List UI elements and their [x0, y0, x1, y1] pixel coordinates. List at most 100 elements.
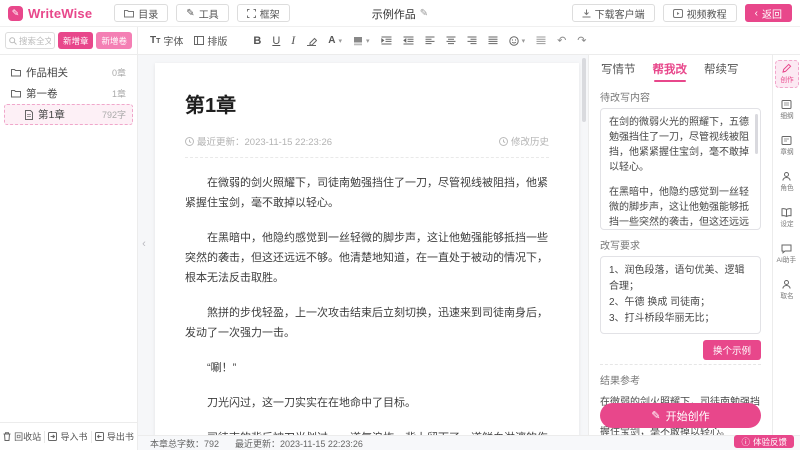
download-label: 下载客户端 [595, 6, 645, 21]
layout-label: 排版 [207, 33, 227, 48]
editor-scrollbar[interactable] [582, 58, 586, 122]
paragraph: “唰！” [185, 358, 549, 378]
chat-bubble-icon [781, 243, 792, 254]
tree-item-label: 作品相关 [26, 65, 68, 80]
history-icon [499, 137, 508, 146]
edit-title-icon[interactable]: ✎ [420, 8, 428, 19]
export-icon [95, 432, 104, 441]
editor-toolbar: TT字体 排版 B U I A▾ ▾ ▾ ↶ ↷ [138, 33, 587, 48]
header-nav: 目录 ✎ 工具 框架 [114, 4, 289, 22]
search-input[interactable] [19, 36, 51, 46]
rail-item-characters[interactable]: 角色 [775, 168, 799, 196]
search-box [5, 32, 55, 49]
catalog-button[interactable]: 目录 [114, 4, 168, 22]
rail-label: AI助手 [777, 255, 797, 265]
export-book-button[interactable]: 导出书 [95, 430, 134, 443]
tab-help-rewrite[interactable]: 帮我改 [652, 56, 689, 82]
rail-label: 设定 [780, 219, 793, 229]
start-creating-button[interactable]: ✎ 开始创作 [600, 403, 761, 428]
tab-help-continue[interactable]: 帮续写 [703, 56, 740, 82]
back-button[interactable]: ‹ 返回 [745, 4, 792, 22]
rewrite-source-box[interactable]: 在剑的微弱火光的照耀下，五德勉强挡住了一刀，尽管视线被阻挡，他紧紧握住宝剑，毫不… [600, 108, 761, 230]
font-label: 字体 [163, 33, 183, 48]
chapter-body[interactable]: 在微弱的剑火照耀下，司徒南勉强挡住了一刀，尽管视线被阻挡，他紧紧握住宝剑，毫不敢… [185, 173, 549, 435]
rewrite-source-label: 待改写内容 [600, 89, 761, 104]
rail-item-detailed-outline[interactable]: 细纲 [775, 96, 799, 124]
tools-button[interactable]: ✎ 工具 [176, 4, 228, 22]
trash-icon [3, 432, 11, 441]
insert-emoji-button[interactable]: ▾ [509, 36, 526, 46]
editor-area: 第1章 最近更新：2023-11-15 22:23:26 修改历史 在微弱的剑火… [138, 55, 588, 435]
person-icon [781, 171, 792, 182]
font-button[interactable]: TT字体 [150, 33, 183, 48]
revision-history-label: 修改历史 [511, 134, 549, 148]
underline-button[interactable]: U [272, 35, 280, 47]
card-outline-icon [781, 99, 792, 110]
change-example-button[interactable]: 换个示例 [703, 340, 761, 360]
highlight-color-button[interactable]: ▾ [353, 36, 370, 46]
align-left-button[interactable] [425, 36, 435, 45]
import-book-button[interactable]: 导入书 [48, 430, 87, 443]
tab-write-plot[interactable]: 写情节 [600, 56, 637, 82]
book-icon [781, 207, 792, 218]
align-center-button[interactable] [446, 36, 456, 45]
redo-button[interactable]: ↷ [577, 34, 586, 47]
status-updated: 最近更新：2023-11-15 22:23:26 [235, 437, 363, 450]
line-spacing-button[interactable] [536, 36, 546, 45]
rewrite-requirements-box[interactable]: 1、润色段落，语句优美、逻辑合理； 2、午德 换成 司徒南； 3、打斗桥段华丽无… [600, 256, 761, 334]
logo-text: WriteWise [28, 6, 92, 21]
frame-icon [247, 9, 256, 18]
indent-increase-button[interactable] [381, 36, 392, 45]
catalog-label: 目录 [138, 6, 158, 21]
indent-decrease-button[interactable] [403, 36, 414, 45]
source-box-scrollbar[interactable] [755, 114, 758, 154]
align-right-button[interactable] [467, 36, 477, 45]
collapse-sidebar-handle[interactable]: ‹ [138, 226, 150, 262]
clear-format-button[interactable] [306, 36, 317, 46]
recycle-label: 回收站 [14, 430, 41, 443]
tree-item-count: 0章 [112, 66, 126, 79]
new-volume-button[interactable]: 新增卷 [96, 32, 132, 49]
italic-button[interactable]: I [291, 33, 295, 48]
framework-button[interactable]: 框架 [237, 4, 290, 22]
paragraph: 在微弱的剑火照耀下，司徒南勉强挡住了一刀，尽管视线被阻挡，他紧紧握住宝剑，毫不敢… [185, 173, 549, 213]
tree-item-volume-1[interactable]: 第一卷 1章 [4, 83, 133, 104]
paragraph: 司徒南的背后被刀光划过，一道气浪炸，背上留下了一道鲜血淋漓的伤口。 [185, 428, 549, 435]
chevron-left-icon: ‹ [755, 8, 758, 19]
editor-page[interactable]: 第1章 最近更新：2023-11-15 22:23:26 修改历史 在微弱的剑火… [155, 63, 579, 435]
download-client-button[interactable]: 下载客户端 [572, 4, 655, 22]
layout-button[interactable]: 排版 [194, 33, 227, 48]
rail-item-ai-assistant[interactable]: AI助手 [775, 240, 799, 268]
rail-label: 取名 [780, 291, 793, 301]
recycle-bin-button[interactable]: 回收站 [3, 430, 41, 443]
rail-item-chapter-outline[interactable]: 章纲 [775, 132, 799, 160]
rail-label: 章纲 [780, 147, 793, 157]
feature-rail: 创作 细纲 章纲 角色 设定 AI助手 取名 [772, 55, 800, 435]
info-icon: ⓘ [741, 436, 750, 448]
sub-toolbar: 新增章 新增卷 TT字体 排版 B U I A▾ ▾ ▾ ↶ ↷ [0, 27, 800, 55]
align-justify-button[interactable] [488, 36, 498, 45]
work-title: 示例作品 [372, 6, 416, 22]
video-tutorial-button[interactable]: 视频教程 [663, 4, 737, 22]
tree-item-count: 1章 [112, 87, 126, 100]
framework-label: 框架 [260, 6, 280, 21]
bold-button[interactable]: B [253, 35, 261, 47]
new-chapter-button[interactable]: 新增章 [58, 32, 94, 49]
rewrite-requirements-label: 改写要求 [600, 237, 761, 252]
rail-item-naming[interactable]: 取名 [775, 276, 799, 304]
revision-history-button[interactable]: 修改历史 [499, 134, 549, 148]
feedback-button[interactable]: ⓘ 体验反馈 [734, 435, 794, 448]
undo-button[interactable]: ↶ [557, 34, 566, 47]
app-logo: ✎ WriteWise [8, 6, 92, 21]
import-label: 导入书 [60, 430, 87, 443]
divider [600, 364, 761, 365]
tree-item-chapter-1[interactable]: 第1章 792字 [4, 104, 133, 125]
font-color-button[interactable]: A▾ [328, 35, 342, 46]
divider [44, 431, 45, 443]
app-root: ✎ WriteWise 目录 ✎ 工具 框架 示例作品 ✎ 下载客户端 [0, 0, 800, 450]
rail-item-settings[interactable]: 设定 [775, 204, 799, 232]
rail-item-create[interactable]: 创作 [775, 60, 799, 88]
word-count: 本章总字数：792 [150, 437, 219, 450]
tree-item-work-related[interactable]: 作品相关 0章 [4, 62, 133, 83]
paragraph: 煞拼的步伐轻盈，上一次攻击结束后立刻切换，迅速来到司徒南身后，发动了一次强力一击… [185, 303, 549, 343]
